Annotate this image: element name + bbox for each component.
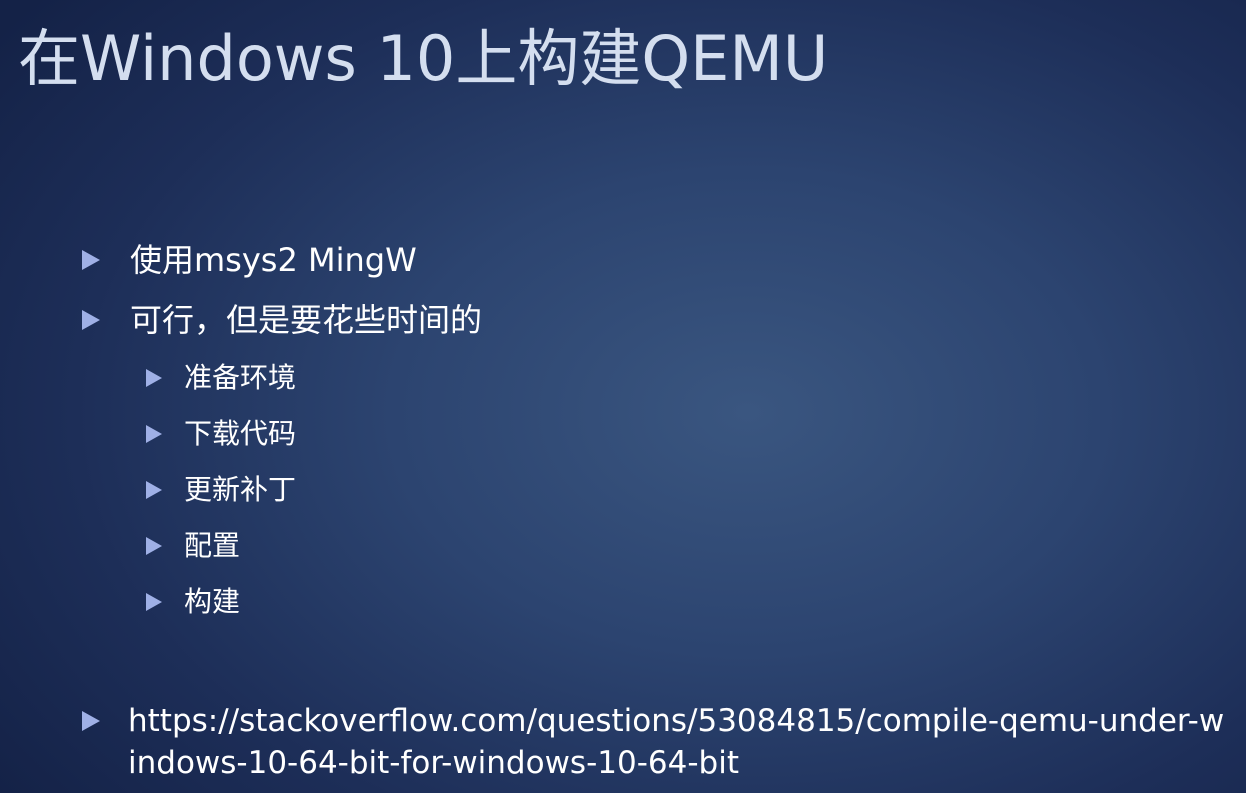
bullet-triangle-icon (146, 425, 162, 443)
bullet-item-msys2: 使用msys2 MingW (82, 240, 417, 280)
slide-title: 在Windows 10上构建QEMU (18, 22, 829, 95)
sub-bullet-item-prepare-env: 准备环境 (146, 360, 296, 396)
sub-bullet-item-download-code: 下载代码 (146, 416, 296, 452)
bullet-triangle-icon (82, 250, 100, 270)
sub-bullet-item-configure: 配置 (146, 528, 240, 564)
bullet-item-link: https://stackoverflow.com/questions/5308… (82, 700, 1228, 784)
stackoverflow-link[interactable]: https://stackoverflow.com/questions/5308… (128, 700, 1228, 784)
sub-bullet-item-update-patch: 更新补丁 (146, 472, 296, 508)
bullet-triangle-icon (146, 481, 162, 499)
sub-bullet-text: 更新补丁 (184, 473, 297, 506)
bullet-text: 使用msys2 MingW (130, 241, 417, 279)
sub-bullet-item-build: 构建 (146, 584, 240, 620)
presentation-slide: 在Windows 10上构建QEMU 使用msys2 MingW 可行，但是要花… (0, 0, 1246, 793)
bullet-triangle-icon (82, 310, 100, 330)
sub-bullet-text: 下载代码 (184, 417, 297, 450)
bullet-triangle-icon (146, 369, 162, 387)
bullet-triangle-icon (146, 593, 162, 611)
bullet-triangle-icon (146, 537, 162, 555)
sub-bullet-text: 准备环境 (184, 361, 297, 394)
bullet-text: 可行，但是要花些时间的 (130, 301, 483, 339)
sub-bullet-text: 构建 (184, 585, 241, 618)
sub-bullet-text: 配置 (184, 529, 241, 562)
bullet-triangle-icon (82, 711, 100, 731)
bullet-item-feasible: 可行，但是要花些时间的 (82, 300, 482, 340)
